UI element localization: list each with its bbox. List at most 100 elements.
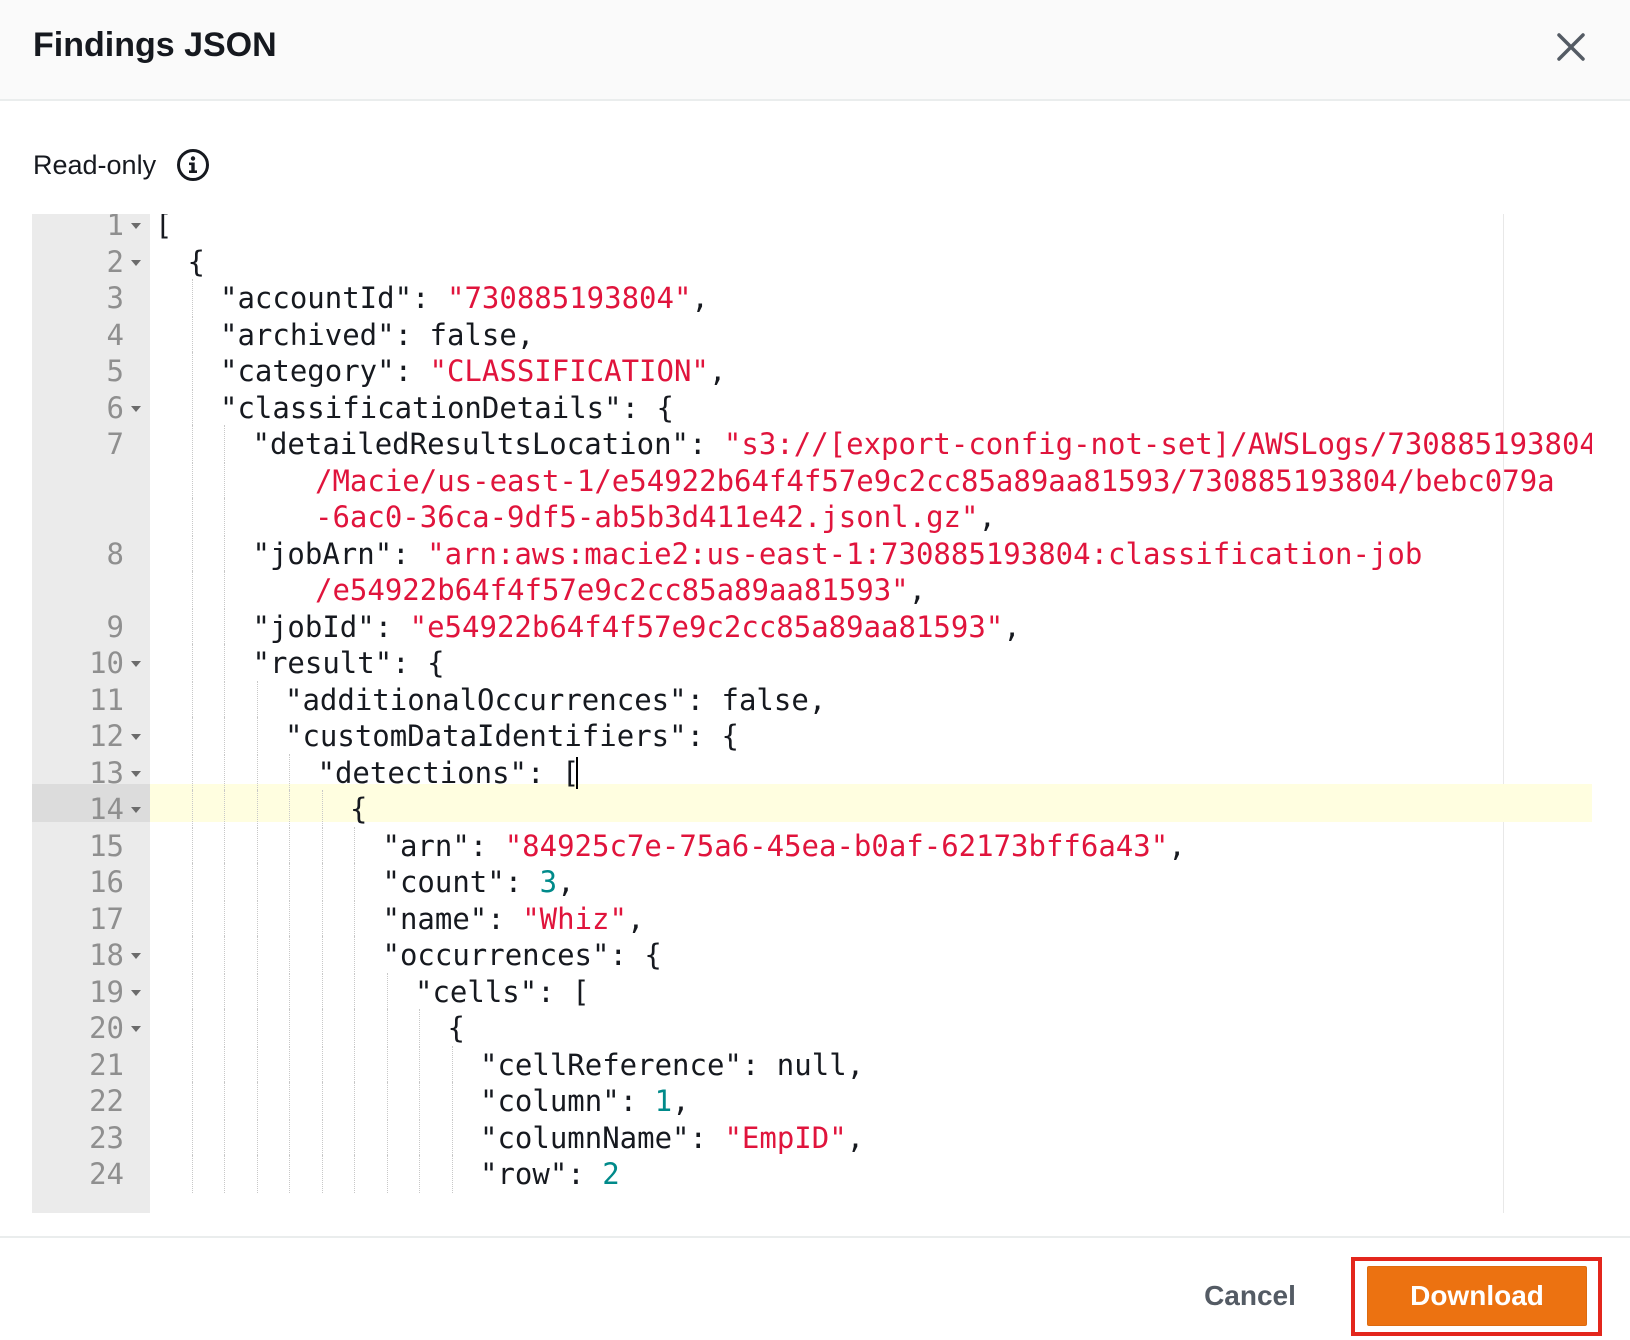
line-number: 23 bbox=[89, 1120, 124, 1155]
indent-guide bbox=[191, 863, 193, 901]
plain-token: "result": { bbox=[252, 646, 445, 680]
code-line: 5 "category": "CLASSIFICATION", bbox=[32, 352, 1592, 390]
line-number: 7 bbox=[106, 427, 124, 461]
fold-arrow-icon[interactable] bbox=[130, 973, 144, 1011]
indent-guide bbox=[419, 1045, 420, 1084]
indent-guide bbox=[256, 753, 258, 792]
indent-guide bbox=[256, 1045, 258, 1084]
fold-arrow-icon[interactable] bbox=[130, 243, 144, 281]
code-text: "occurrences": { bbox=[383, 936, 662, 974]
indent-guide bbox=[386, 1082, 388, 1120]
fold-arrow-icon[interactable] bbox=[130, 790, 144, 828]
code-line: 6 "classificationDetails": { bbox=[32, 388, 1592, 427]
line-number: 9 bbox=[106, 609, 124, 644]
code-line: 3 "accountId": "730885193804", bbox=[32, 279, 1592, 317]
indent-guide bbox=[354, 863, 355, 901]
fold-arrow-icon[interactable] bbox=[130, 717, 144, 755]
indent-guide bbox=[419, 1082, 420, 1120]
code-text: /e54922b64f4f57e9c2cc85a89aa81593", bbox=[315, 571, 926, 609]
indent-guide bbox=[386, 1045, 388, 1084]
plain-token: [ bbox=[155, 214, 173, 242]
indent-guide bbox=[354, 936, 355, 974]
number-token: 2 bbox=[602, 1157, 620, 1191]
string-token: "730885193804" bbox=[446, 281, 692, 315]
plain-token: , bbox=[978, 500, 996, 534]
fold-arrow-icon[interactable] bbox=[130, 389, 144, 427]
plain-token: "jobArn": bbox=[252, 536, 428, 571]
indent-guide bbox=[224, 644, 225, 682]
line-number: 24 bbox=[89, 1157, 124, 1191]
indent-guide bbox=[191, 607, 193, 646]
code-text: "arn": "84925c7e-75a6-45ea-b0af-62173bff… bbox=[383, 827, 1186, 865]
code-line: 18 "occurrences": { bbox=[32, 936, 1592, 974]
code-line: 1[ bbox=[32, 214, 1592, 244]
code-text: { bbox=[448, 1009, 465, 1047]
plain-token: { bbox=[447, 1011, 465, 1045]
line-number: 5 bbox=[106, 354, 124, 388]
indent-guide bbox=[321, 899, 323, 938]
string-token: "84925c7e-75a6-45ea-b0af-62173bff6a43" bbox=[504, 828, 1169, 863]
code-line: 2{ bbox=[32, 243, 1592, 281]
indent-guide bbox=[224, 498, 225, 536]
indent-guide bbox=[224, 717, 225, 755]
number-token: 3 bbox=[539, 865, 558, 899]
string-token: "e54922b64f4f57e9c2cc85a89aa81593" bbox=[409, 609, 1004, 644]
line-number: 19 bbox=[89, 974, 124, 1009]
indent-guide bbox=[354, 1082, 355, 1120]
indent-guide bbox=[224, 790, 225, 828]
plain-token: "archived": false, bbox=[220, 317, 535, 352]
code-line: -6ac0-36ca-9df5-ab5b3d411e42.jsonl.gz", bbox=[32, 498, 1592, 536]
indent-guide bbox=[191, 680, 193, 719]
number-token: 1 bbox=[654, 1084, 673, 1118]
indent-guide bbox=[321, 936, 323, 974]
indent-guide bbox=[321, 1045, 323, 1084]
indent-guide bbox=[191, 534, 193, 573]
indent-guide bbox=[191, 279, 193, 317]
string-token: /e54922b64f4f57e9c2cc85a89aa81593" bbox=[315, 573, 909, 607]
indent-guide bbox=[321, 1009, 323, 1047]
plain-token: "detailedResultsLocation": bbox=[252, 427, 724, 461]
indent-guide bbox=[289, 753, 290, 792]
fold-arrow-icon[interactable] bbox=[130, 754, 144, 792]
indent-guide bbox=[354, 826, 355, 865]
plain-token: "count": bbox=[382, 865, 540, 899]
indent-guide bbox=[289, 972, 290, 1011]
code-line: 24 "row": 2 bbox=[32, 1155, 1592, 1193]
line-number: 4 bbox=[106, 317, 124, 352]
info-icon[interactable] bbox=[176, 148, 210, 182]
download-button[interactable]: Download bbox=[1367, 1266, 1587, 1326]
cancel-button[interactable]: Cancel bbox=[1180, 1268, 1320, 1324]
indent-guide bbox=[224, 1009, 225, 1047]
indent-guide bbox=[386, 1118, 388, 1157]
indent-guide bbox=[321, 863, 323, 901]
indent-guide bbox=[224, 607, 225, 646]
code-line: 10 "result": { bbox=[32, 644, 1592, 682]
close-icon[interactable] bbox=[1548, 24, 1594, 70]
indent-guide bbox=[289, 863, 290, 901]
code-text: "jobArn": "arn:aws:macie2:us-east-1:7308… bbox=[253, 535, 1423, 573]
code-line: 9 "jobId": "e54922b64f4f57e9c2cc85a89aa81… bbox=[32, 607, 1592, 646]
string-token: "arn:aws:macie2:us-east-1:730885193804:c… bbox=[427, 536, 1423, 571]
code-text: "detections": [ bbox=[318, 754, 580, 792]
indent-guide bbox=[191, 899, 193, 938]
fold-arrow-icon[interactable] bbox=[130, 214, 144, 244]
indent-guide bbox=[354, 899, 355, 938]
line-number: 10 bbox=[89, 646, 124, 680]
line-number: 22 bbox=[89, 1084, 124, 1118]
code-line: 4 "archived": false, bbox=[32, 315, 1592, 354]
indent-guide bbox=[289, 899, 290, 938]
indent-guide bbox=[289, 790, 290, 828]
indent-guide bbox=[191, 790, 193, 828]
plain-token: "jobId": bbox=[252, 609, 410, 644]
indent-guide bbox=[321, 972, 323, 1011]
indent-guide bbox=[419, 1155, 420, 1193]
fold-arrow-icon[interactable] bbox=[130, 644, 144, 682]
indent-guide bbox=[191, 461, 193, 500]
indent-guide bbox=[256, 790, 258, 828]
fold-arrow-icon[interactable] bbox=[130, 1009, 144, 1047]
code-text: -6ac0-36ca-9df5-ab5b3d411e42.jsonl.gz", bbox=[315, 498, 996, 536]
indent-guide bbox=[289, 1009, 290, 1047]
fold-arrow-icon[interactable] bbox=[130, 936, 144, 974]
indent-guide bbox=[191, 826, 193, 865]
json-code-editor[interactable]: 1[2{3 "accountId": "730885193804", 4 "archi… bbox=[32, 214, 1592, 1213]
